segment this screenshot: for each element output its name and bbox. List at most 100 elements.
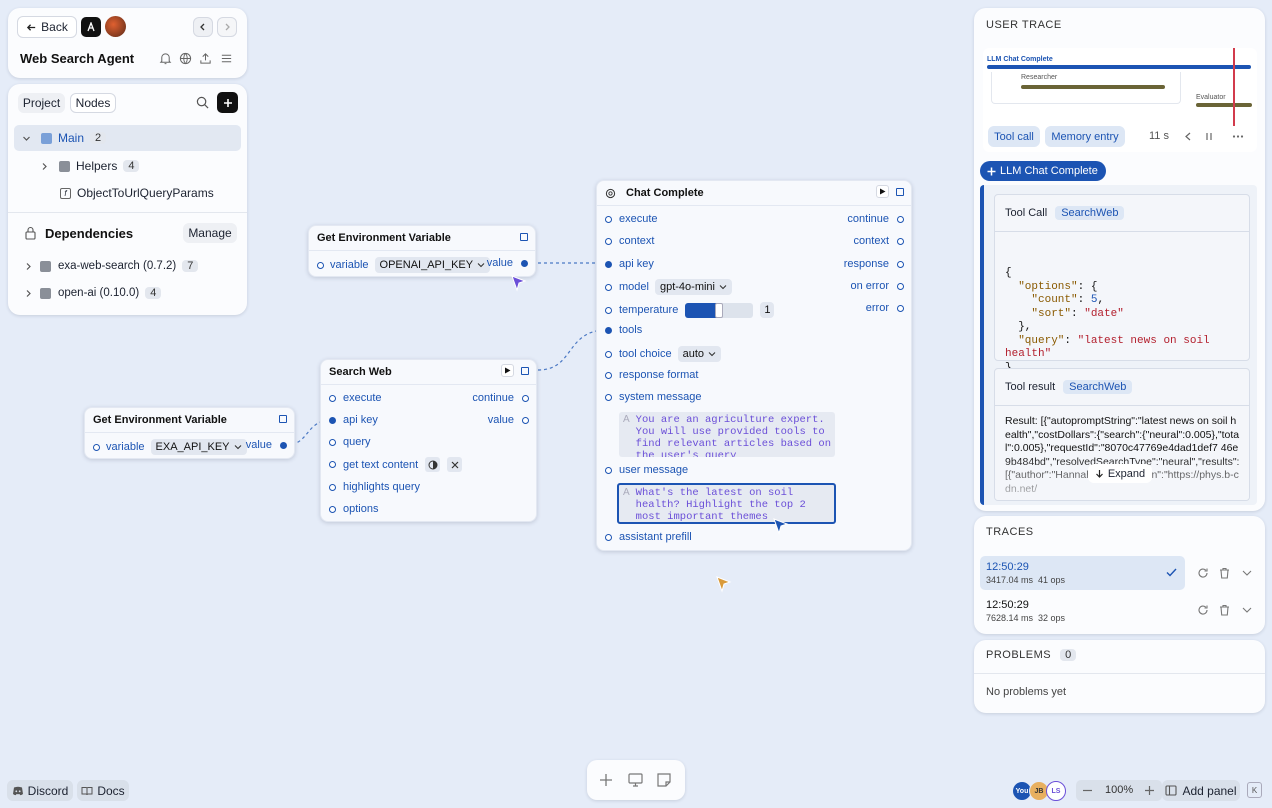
search-icon[interactable]: [196, 96, 209, 109]
output-port[interactable]: [521, 259, 528, 267]
output-port[interactable]: [897, 215, 904, 223]
step-back-icon[interactable]: [1184, 132, 1192, 141]
trash-icon[interactable]: [1219, 604, 1230, 616]
tab-project[interactable]: Project: [18, 93, 65, 113]
slider-thumb[interactable]: [715, 302, 724, 318]
temperature-slider[interactable]: [685, 302, 754, 318]
add-node-icon[interactable]: [599, 773, 613, 787]
node-select-toggle[interactable]: [279, 415, 287, 423]
output-port[interactable]: [897, 260, 904, 268]
model-select[interactable]: gpt-4o-mini: [654, 279, 732, 295]
tab-tool-call[interactable]: Tool call: [988, 126, 1040, 147]
input-port[interactable]: [605, 371, 612, 379]
tab-memory-entry[interactable]: Memory entry: [1045, 126, 1125, 147]
env-var-node-openai[interactable]: Get Environment Variable variable OPENAI…: [308, 225, 536, 277]
input-port[interactable]: [329, 438, 336, 446]
trash-icon[interactable]: [1219, 567, 1230, 579]
globe-icon[interactable]: [179, 52, 192, 65]
input-port[interactable]: [605, 215, 612, 223]
node-title: Get Environment Variable: [93, 414, 227, 426]
input-port[interactable]: [605, 237, 612, 245]
tool-choice-select[interactable]: auto: [677, 346, 722, 362]
variable-select[interactable]: EXA_API_KEY: [150, 439, 247, 455]
avatar[interactable]: LS: [1046, 781, 1066, 801]
pause-icon[interactable]: [1205, 132, 1213, 141]
chevron-down-icon[interactable]: [1242, 569, 1252, 577]
more-icon[interactable]: [1232, 132, 1244, 141]
timeline-evaluator-bar[interactable]: [1196, 103, 1252, 107]
output-port[interactable]: [897, 237, 904, 245]
user-avatar[interactable]: [105, 16, 126, 37]
chat-complete-node[interactable]: Chat Complete execute context api key mo…: [596, 180, 912, 551]
user-message-textarea[interactable]: A What's the latest on soil health? High…: [617, 483, 836, 524]
refresh-icon[interactable]: [1197, 604, 1209, 616]
input-port[interactable]: [329, 505, 336, 513]
output-port[interactable]: [522, 394, 529, 402]
timeline-researcher-bar[interactable]: [1021, 85, 1165, 89]
zoom-out-icon[interactable]: [1082, 785, 1093, 796]
input-port[interactable]: [329, 461, 336, 468]
clear-icon[interactable]: [447, 457, 463, 472]
output-port[interactable]: [280, 441, 287, 449]
env-var-node-exa[interactable]: Get Environment Variable variable EXA_AP…: [84, 407, 295, 459]
run-button[interactable]: [501, 364, 514, 377]
upload-icon[interactable]: [199, 52, 212, 65]
discord-button[interactable]: Discord: [7, 780, 73, 801]
input-port[interactable]: [605, 533, 612, 541]
tree-item-main[interactable]: Main 2: [14, 125, 241, 151]
tab-nodes[interactable]: Nodes: [70, 93, 116, 113]
temperature-value[interactable]: 1: [760, 302, 775, 318]
toggle-icon[interactable]: [425, 457, 441, 472]
bell-icon[interactable]: [159, 52, 172, 65]
tree-item-function[interactable]: f ObjectToUrlQueryParams: [60, 183, 240, 203]
output-port[interactable]: [522, 416, 529, 424]
manage-button[interactable]: Manage: [183, 223, 237, 243]
node-select-toggle[interactable]: [520, 233, 528, 241]
timeline-llm-bar[interactable]: [987, 65, 1251, 69]
back-button[interactable]: Back: [17, 16, 77, 38]
input-port[interactable]: [317, 261, 324, 269]
llm-chat-complete-button[interactable]: LLM Chat Complete: [980, 161, 1106, 181]
expand-button[interactable]: Expand: [1088, 464, 1152, 483]
input-port[interactable]: [605, 326, 612, 334]
tree-item-helpers[interactable]: Helpers 4: [40, 156, 240, 176]
input-port[interactable]: [605, 306, 612, 314]
node-select-toggle[interactable]: [521, 367, 529, 375]
input-system-message: system message: [605, 391, 702, 403]
nav-prev-button[interactable]: [193, 17, 213, 37]
output-port[interactable]: [897, 282, 904, 290]
refresh-icon[interactable]: [1197, 567, 1209, 579]
add-panel-button[interactable]: Add panel: [1162, 780, 1240, 801]
trace-item[interactable]: 12:50:29 3417.04 ms 41 ops: [980, 556, 1185, 590]
nav-next-button[interactable]: [217, 17, 237, 37]
input-port[interactable]: [605, 260, 612, 268]
trace-item[interactable]: 12:50:29 7628.14 ms 32 ops: [980, 594, 1185, 628]
comment-icon[interactable]: [628, 773, 643, 787]
input-port[interactable]: [329, 416, 336, 424]
input-port[interactable]: [329, 394, 336, 402]
node-select-toggle[interactable]: [896, 188, 904, 196]
dep-item[interactable]: exa-web-search (0.7.2) 7: [24, 260, 199, 272]
search-web-node[interactable]: Search Web execute api key query get tex…: [320, 359, 537, 522]
run-button[interactable]: [876, 185, 889, 198]
sticky-note-icon[interactable]: [657, 773, 671, 787]
input-port[interactable]: [329, 483, 336, 491]
variable-select[interactable]: OPENAI_API_KEY: [374, 257, 491, 273]
timeline[interactable]: LLM Chat Complete Researcher Evaluator T…: [983, 48, 1257, 152]
input-port[interactable]: [605, 283, 612, 291]
output-port[interactable]: [897, 304, 904, 312]
menu-icon[interactable]: [220, 52, 233, 65]
timeline-playhead[interactable]: [1233, 48, 1235, 126]
chevron-down-icon[interactable]: [1242, 606, 1252, 614]
system-message-textarea[interactable]: A You are an agriculture expert. You wil…: [619, 412, 835, 457]
discord-icon: [12, 786, 23, 795]
docs-button[interactable]: Docs: [77, 780, 129, 801]
input-port[interactable]: [93, 443, 100, 451]
dep-item[interactable]: open-ai (0.10.0) 4: [24, 287, 162, 299]
zoom-in-icon[interactable]: [1144, 785, 1155, 796]
output-value: value: [488, 414, 529, 426]
add-button[interactable]: [217, 92, 238, 113]
input-port[interactable]: [605, 393, 612, 401]
input-port[interactable]: [605, 350, 612, 358]
input-port[interactable]: [605, 466, 612, 474]
